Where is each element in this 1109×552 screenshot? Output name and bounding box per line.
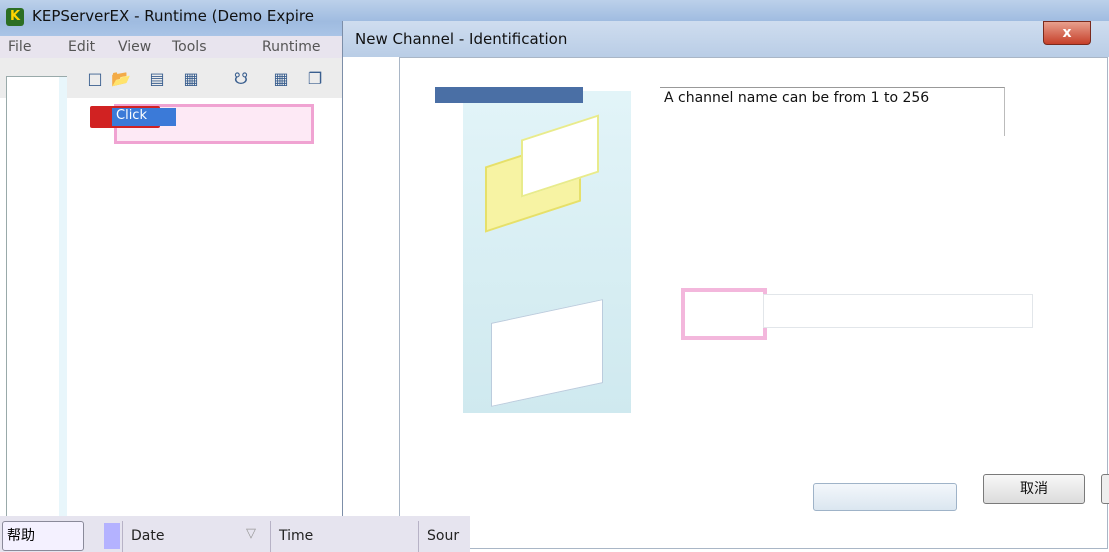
kepserver-app-icon: K	[6, 8, 24, 26]
log-column-time[interactable]: Time	[270, 521, 429, 552]
project-tree-panel	[6, 76, 67, 517]
open-folder-icon[interactable]: 📂	[110, 68, 132, 90]
app-title: KEPServerEX - Runtime (Demo Expire	[32, 7, 314, 25]
grid-icon[interactable]: ▦	[270, 68, 292, 90]
save-icon[interactable]: ▤	[146, 68, 168, 90]
log-column-date[interactable]: Date	[122, 521, 259, 552]
wizard-illustration	[463, 91, 631, 413]
copy-icon[interactable]: ❐	[304, 68, 326, 90]
menu-edit[interactable]: Edit	[68, 39, 95, 55]
log-column-source[interactable]: Sour	[418, 521, 479, 552]
log-type-icon	[104, 523, 120, 549]
new-file-icon[interactable]: □	[84, 68, 106, 90]
sort-descending-icon[interactable]: ▽	[246, 526, 256, 541]
connect-icon[interactable]: ☋	[230, 68, 252, 90]
dialog-title: New Channel - Identification	[355, 30, 568, 48]
name-label-highlight	[681, 288, 767, 340]
device-illustration-icon	[491, 299, 603, 407]
menu-tools[interactable]: Tools	[172, 39, 207, 55]
help-dialog-button[interactable]	[1101, 474, 1109, 504]
tree-node-click[interactable]: Click	[112, 108, 176, 126]
cancel-button[interactable]: 取消	[983, 474, 1085, 504]
channel-name-input[interactable]	[763, 294, 1033, 328]
menu-bar: File Edit View Tools Runtime	[0, 36, 392, 58]
save-as-icon[interactable]: ▦	[180, 68, 202, 90]
menu-view[interactable]: View	[118, 39, 151, 55]
next-button[interactable]	[813, 483, 957, 511]
wizard-art-header	[435, 87, 583, 103]
menu-runtime[interactable]: Runtime	[262, 39, 320, 55]
menu-file[interactable]: File	[8, 39, 31, 55]
close-icon[interactable]: x	[1043, 21, 1091, 45]
help-button[interactable]: 帮助	[2, 521, 84, 551]
channel-name-description: A channel name can be from 1 to 256	[660, 87, 1005, 136]
new-channel-dialog: New Channel - Identification x A channel…	[342, 21, 1109, 552]
